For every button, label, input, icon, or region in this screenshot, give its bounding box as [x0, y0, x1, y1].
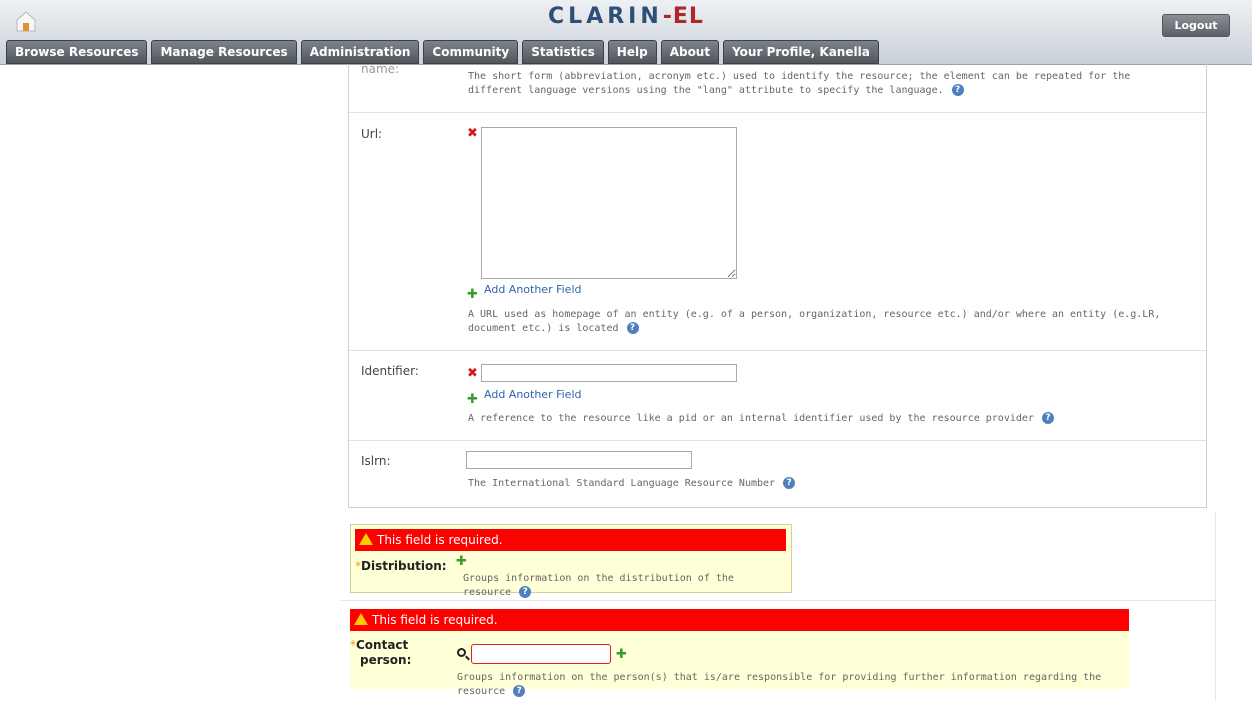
- identifier-input[interactable]: [481, 364, 737, 382]
- name-help: The short form (abbreviation, acronym et…: [468, 70, 1188, 98]
- name-label: name:: [361, 62, 400, 76]
- resource-form-panel: name: The short form (abbreviation, acro…: [348, 62, 1207, 508]
- identifier-add-another-field-link[interactable]: Add Another Field: [484, 388, 581, 401]
- url-help: A URL used as homepage of an entity (e.g…: [468, 308, 1188, 336]
- help-icon[interactable]: ?: [626, 322, 639, 334]
- section-border: [1215, 512, 1216, 701]
- tab-help[interactable]: Help: [607, 40, 657, 64]
- contact-error-bar: This field is required.: [350, 609, 1129, 631]
- contact-error-text: This field is required.: [372, 613, 498, 627]
- identifier-help-text: A reference to the resource like a pid o…: [468, 413, 1034, 424]
- remove-field-icon[interactable]: ✖: [467, 367, 478, 380]
- identifier-help: A reference to the resource like a pid o…: [468, 412, 1188, 426]
- contact-label-line1: Contact: [356, 638, 409, 652]
- form-row-identifier: Identifier: ✖ ✚ Add Another Field A refe…: [349, 350, 1206, 441]
- main-nav: Browse Resources Manage Resources Admini…: [6, 40, 879, 64]
- form-row-name: name: The short form (abbreviation, acro…: [349, 62, 1206, 113]
- help-icon[interactable]: ?: [783, 477, 796, 489]
- islrn-input[interactable]: [466, 451, 692, 469]
- tab-statistics[interactable]: Statistics: [522, 40, 604, 64]
- tab-community[interactable]: Community: [423, 40, 519, 64]
- site-logo[interactable]: CLARIN-EL: [0, 4, 1252, 29]
- name-help-text: The short form (abbreviation, acronym et…: [468, 71, 1131, 96]
- distribution-label: Distribution:: [361, 559, 447, 573]
- url-add-row: ✚: [467, 283, 478, 302]
- contact-label-row: *Contact person:: [350, 637, 411, 667]
- tab-about[interactable]: About: [660, 40, 720, 64]
- top-header: CLARIN-EL Logout Browse Resources Manage…: [0, 0, 1252, 65]
- distribution-error-text: This field is required.: [377, 533, 503, 547]
- distribution-error-bar: This field is required.: [355, 529, 786, 551]
- remove-field-icon[interactable]: ✖: [467, 127, 478, 140]
- help-icon[interactable]: ?: [519, 586, 532, 598]
- islrn-label: Islrn:: [361, 454, 391, 468]
- contact-person-input[interactable]: [471, 644, 611, 664]
- identifier-label: Identifier:: [361, 364, 419, 378]
- contact-help: Groups information on the person(s) that…: [457, 671, 1127, 699]
- add-icon[interactable]: ✚: [467, 393, 478, 406]
- contact-person-block: This field is required. *Contact person:…: [350, 609, 1129, 697]
- tab-administration[interactable]: Administration: [300, 40, 420, 64]
- url-help-text: A URL used as homepage of an entity (e.g…: [468, 309, 1161, 334]
- warning-icon: [359, 533, 373, 545]
- warning-icon: [354, 613, 368, 625]
- url-add-another-field-link[interactable]: Add Another Field: [484, 283, 581, 296]
- add-icon[interactable]: ✚: [467, 288, 478, 301]
- section-divider: [340, 600, 1216, 601]
- url-label: Url:: [361, 127, 383, 141]
- search-icon[interactable]: [457, 648, 466, 657]
- add-contact-icon[interactable]: ✚: [616, 648, 627, 661]
- tab-manage-resources[interactable]: Manage Resources: [151, 40, 297, 64]
- add-distribution-icon[interactable]: ✚: [456, 555, 467, 568]
- url-textarea[interactable]: [481, 127, 737, 279]
- logo-text: CLARIN: [548, 4, 663, 29]
- tab-browse-resources[interactable]: Browse Resources: [6, 40, 148, 64]
- islrn-help-text: The International Standard Language Reso…: [468, 478, 776, 489]
- contact-label-line2: person:: [360, 653, 412, 667]
- logout-button[interactable]: Logout: [1162, 14, 1230, 37]
- distribution-help: Groups information on the distribution o…: [463, 572, 783, 600]
- tab-your-profile[interactable]: Your Profile, Kanella: [723, 40, 879, 64]
- identifier-add-row: ✚: [467, 388, 478, 407]
- logo-suffix: -EL: [662, 4, 704, 29]
- contact-help-text: Groups information on the person(s) that…: [457, 672, 1102, 697]
- help-icon[interactable]: ?: [951, 84, 964, 96]
- help-icon[interactable]: ?: [513, 685, 526, 697]
- distribution-help-text: Groups information on the distribution o…: [463, 573, 734, 598]
- distribution-label-row: *Distribution:: [355, 555, 447, 574]
- islrn-help: The International Standard Language Reso…: [468, 477, 1188, 491]
- help-icon[interactable]: ?: [1041, 412, 1054, 424]
- form-row-islrn: Islrn: The International Standard Langua…: [349, 440, 1206, 506]
- form-row-url: Url: ✖ ✚ Add Another Field A URL used as…: [349, 112, 1206, 351]
- distribution-block: This field is required. *Distribution: ✚…: [350, 524, 792, 598]
